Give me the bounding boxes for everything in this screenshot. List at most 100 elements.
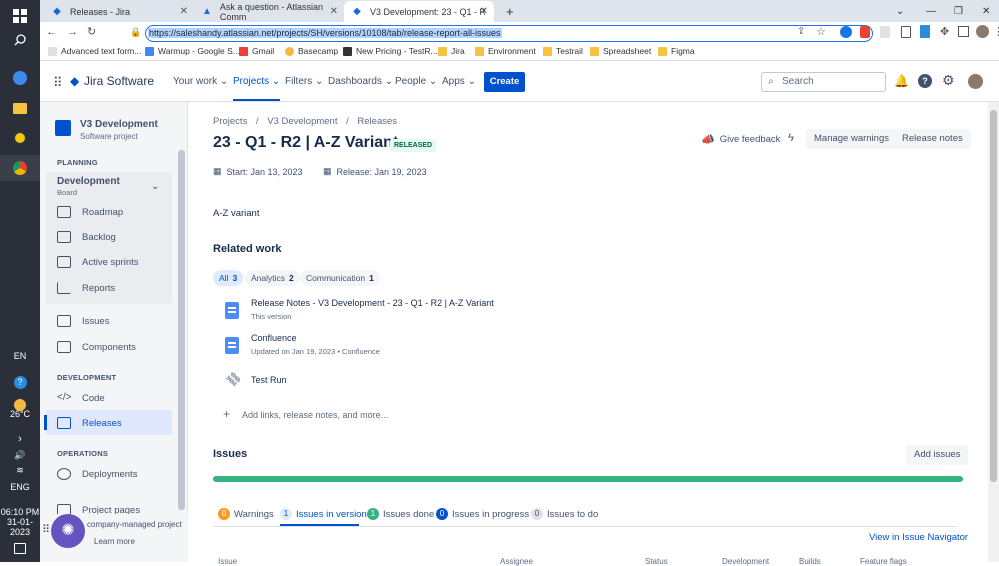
reload-icon[interactable]: ↻ xyxy=(87,25,96,38)
extension-icon[interactable] xyxy=(860,26,870,38)
page-scrollbar[interactable] xyxy=(988,102,999,562)
lock-icon[interactable]: 🔒 xyxy=(130,27,141,38)
release-description[interactable]: A-Z variant xyxy=(213,208,259,219)
drag-handle-icon[interactable]: ⠿ xyxy=(42,523,50,536)
close-icon[interactable]: ✕ xyxy=(330,6,338,17)
tab-warnings[interactable]: 0 Warnings xyxy=(218,508,274,520)
forward-icon[interactable]: → xyxy=(67,26,78,38)
related-item-title[interactable]: Confluence xyxy=(251,333,297,343)
sidebar-item-releases[interactable]: Releases xyxy=(57,417,122,429)
bookmark-item[interactable]: Jira xyxy=(438,46,465,56)
scrollbar-thumb[interactable] xyxy=(990,110,997,482)
bookmark-item[interactable]: Figma xyxy=(658,46,695,56)
clock-date[interactable]: 31-01-2023 xyxy=(0,517,40,537)
new-tab-button[interactable]: + xyxy=(498,1,518,22)
chevron-up-icon[interactable]: › xyxy=(0,433,40,445)
product-name[interactable]: Jira Software xyxy=(84,74,154,88)
filter-all[interactable]: All 3 xyxy=(213,270,244,286)
sidebar-item-code[interactable]: </> Code xyxy=(57,392,105,404)
minimize-icon[interactable]: — xyxy=(918,1,944,22)
nav-filters[interactable]: Filters ⌄ xyxy=(285,76,323,87)
view-in-navigator-link[interactable]: View in Issue Navigator xyxy=(869,532,968,543)
chevron-down-icon[interactable]: ⌄ xyxy=(151,181,159,192)
bookmark-item[interactable]: Advanced text form... xyxy=(48,46,141,56)
sidebar-item-active-sprints[interactable]: Active sprints xyxy=(57,256,139,268)
manage-warnings-button[interactable]: Manage warnings xyxy=(806,129,897,149)
tab-issues-done[interactable]: 1 Issues done xyxy=(367,508,434,520)
bookmark-item[interactable]: Warmup - Google S... xyxy=(145,46,240,56)
avatar[interactable] xyxy=(976,25,989,38)
add-links-button[interactable]: Add links, release notes, and more... xyxy=(242,410,388,420)
create-button[interactable]: Create xyxy=(484,72,525,92)
close-icon[interactable]: ✕ xyxy=(480,6,488,17)
help-icon[interactable]: ? xyxy=(8,370,32,394)
add-icon[interactable]: + xyxy=(223,407,230,421)
puzzle-icon[interactable]: ✥ xyxy=(940,25,949,38)
bookmark-star-icon[interactable]: ☆ xyxy=(816,25,826,38)
wifi-icon[interactable]: ≋ xyxy=(0,465,40,476)
language-indicator[interactable]: EN xyxy=(0,351,40,361)
release-notes-button[interactable]: Release notes xyxy=(894,129,971,149)
notification-icon[interactable] xyxy=(8,536,32,560)
sidebar-item-roadmap[interactable]: Roadmap xyxy=(57,206,123,218)
close-icon[interactable]: ✕ xyxy=(180,6,188,17)
lightning-icon[interactable]: ϟ xyxy=(788,132,794,144)
sidebar-item-components[interactable]: Components xyxy=(57,341,136,353)
app-switcher-icon[interactable]: ⠿ xyxy=(53,75,62,91)
related-item-title[interactable]: Release Notes - V3 Development - 23 - Q1… xyxy=(251,298,494,308)
tab-issues-in-progress[interactable]: 0 Issues in progress xyxy=(436,508,529,520)
app-icon[interactable] xyxy=(8,66,32,90)
bookmark-item[interactable]: Testrail xyxy=(543,46,583,56)
nav-people[interactable]: People ⌄ xyxy=(395,76,437,87)
sidebar-item-deployments[interactable]: Deployments xyxy=(57,468,137,480)
breadcrumb-releases[interactable]: Releases xyxy=(357,116,397,127)
browser-tab-active[interactable]: ◆ V3 Development: 23 - Q1 - R2 | A ✕ xyxy=(344,1,494,22)
nav-dashboards[interactable]: Dashboards ⌄ xyxy=(328,76,393,87)
bookmark-item[interactable]: Environment xyxy=(475,46,536,56)
breadcrumb-project[interactable]: V3 Development xyxy=(267,116,337,127)
extension-icon[interactable] xyxy=(901,26,911,38)
menu-icon[interactable]: ⋮ xyxy=(993,25,999,38)
bookmark-item[interactable]: New Pricing - TestR... xyxy=(343,46,438,56)
app-icon[interactable] xyxy=(8,126,32,150)
filter-analytics[interactable]: Analytics 2 xyxy=(245,270,300,286)
learn-more-link[interactable]: Learn more xyxy=(94,537,135,546)
project-name[interactable]: V3 Development xyxy=(80,119,158,130)
browser-tab[interactable]: ◆ Releases - Jira ✕ xyxy=(44,1,194,22)
sidebar-item-backlog[interactable]: Backlog xyxy=(57,231,116,243)
settings-gear-icon[interactable]: ⚙ xyxy=(942,72,955,89)
sidebar-scrollbar[interactable] xyxy=(178,150,185,510)
chrome-icon[interactable] xyxy=(0,155,40,181)
nav-apps[interactable]: Apps ⌄ xyxy=(442,76,476,87)
sidebar-item-reports[interactable]: Reports xyxy=(57,282,115,294)
folder-icon[interactable] xyxy=(8,96,32,120)
avatar[interactable] xyxy=(968,74,983,89)
browser-tab[interactable]: ▲ Ask a question - Atlassian Comm ✕ xyxy=(194,1,344,22)
volume-icon[interactable]: 🔊 xyxy=(0,450,40,461)
window-close-icon[interactable]: ✕ xyxy=(974,1,998,22)
clock-time[interactable]: 06:10 PM xyxy=(0,507,40,517)
address-bar[interactable]: https://saleshandy.atlassian.net/project… xyxy=(145,25,873,42)
related-item-title[interactable]: Test Run xyxy=(251,375,287,385)
give-feedback-button[interactable]: 📣 Give feedback xyxy=(701,133,780,146)
back-icon[interactable]: ← xyxy=(46,26,57,38)
extension-icon[interactable] xyxy=(880,26,890,38)
sidepanel-icon[interactable] xyxy=(958,26,969,37)
breadcrumb-projects[interactable]: Projects xyxy=(213,116,247,127)
share-icon[interactable]: ⇪ xyxy=(797,26,805,37)
nav-projects[interactable]: Projects ⌄ xyxy=(233,76,281,101)
bookmark-item[interactable]: Basecamp xyxy=(285,46,338,56)
search-icon[interactable] xyxy=(8,28,32,52)
nav-your-work[interactable]: Your work ⌄ xyxy=(173,76,228,87)
maximize-icon[interactable]: ❐ xyxy=(946,1,971,22)
search-input[interactable]: ⌕ Search xyxy=(761,72,886,92)
tab-search-icon[interactable]: ⌄ xyxy=(888,1,912,22)
tab-issues-in-version[interactable]: 1 Issues in version xyxy=(280,508,367,520)
settings-fab-icon[interactable]: ✺ xyxy=(51,514,85,548)
board-name[interactable]: Development xyxy=(57,176,120,187)
extension-icon[interactable] xyxy=(840,26,852,38)
help-icon[interactable]: ? xyxy=(918,74,932,88)
extension-icon[interactable] xyxy=(920,25,930,38)
sidebar-item-issues[interactable]: Issues xyxy=(57,315,109,327)
filter-communication[interactable]: Communication 1 xyxy=(300,270,380,286)
